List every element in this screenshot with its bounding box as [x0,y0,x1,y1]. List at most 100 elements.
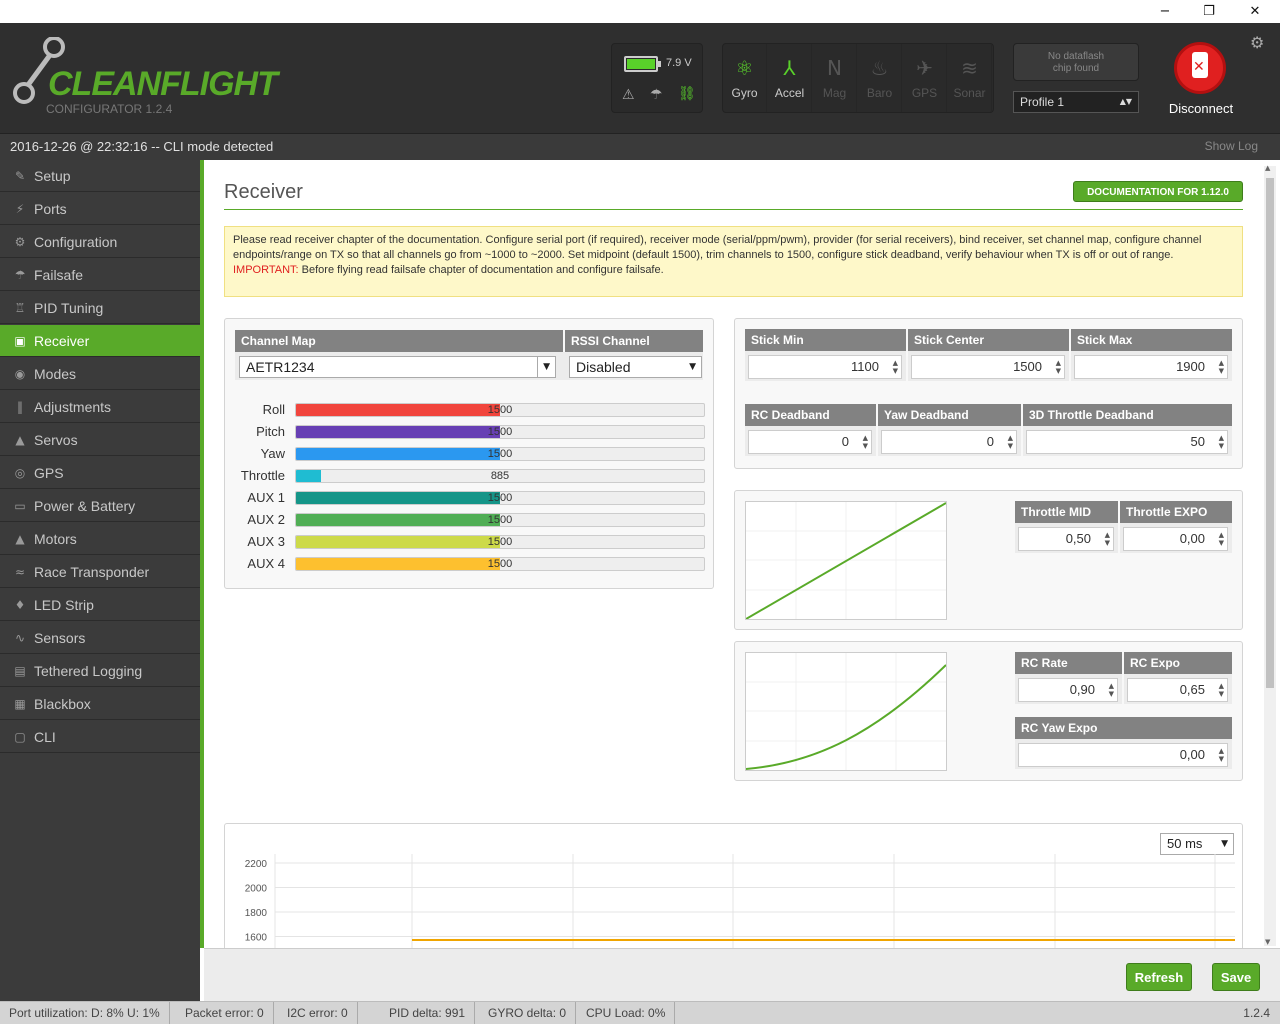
sensor-baro: ♨ Baro [858,44,902,112]
profile-select[interactable]: Profile 1 ▲▼ [1013,91,1139,113]
spinner-arrows-icon[interactable]: ▲ ▼ [893,359,898,375]
deadband-input-1[interactable]: 0 ▲ ▼ [881,430,1017,454]
graph-interval-select[interactable]: 50 ms ▼ [1160,833,1234,855]
spinner-arrows-icon[interactable]: ▲ ▼ [1219,434,1224,450]
close-button[interactable]: ✕ [1232,0,1278,23]
deadband-input-2[interactable]: 50 ▲ ▼ [1026,430,1228,454]
save-button[interactable]: Save [1212,963,1260,991]
profile-value: Profile 1 [1020,95,1065,109]
log-status-line: 2016-12-26 @ 22:32:16 -- CLI mode detect… [0,133,1280,160]
sidebar-item-servos[interactable]: ▲ Servos [0,424,200,456]
minimize-button[interactable]: − [1142,0,1188,23]
channel-value: 1500 [487,536,513,548]
sidebar-item-label: Power & Battery [34,497,136,514]
dataflash-status: No dataflash chip found [1013,43,1139,81]
channel-value: 1500 [487,492,513,504]
throttle-curve-graph [745,501,947,620]
throttle-input-1[interactable]: 0,00 ▲ ▼ [1123,527,1228,551]
stick-input-0[interactable]: 1100 ▲ ▼ [748,355,902,379]
sensors-icon: ∿ [14,630,26,645]
rates-input-0[interactable]: 0,90 ▲ ▼ [1018,678,1118,702]
chevron-down-icon: ▼ [1221,839,1228,849]
sidebar-item-receiver[interactable]: ▣ Receiver [0,325,200,357]
spinner-arrows-icon[interactable]: ▲ ▼ [1105,531,1110,547]
sidebar-item-motors[interactable]: ▲ Motors [0,523,200,555]
spinner-arrows-icon[interactable]: ▲ ▼ [863,434,868,450]
spinner-arrows-icon[interactable]: ▲ ▼ [1219,682,1224,698]
channel-map-input[interactable]: AETR1234 ▼ [239,356,556,378]
show-log-link[interactable]: Show Log [1205,139,1258,153]
modes-icon: ◉ [14,366,26,381]
sidebar-item-modes[interactable]: ◉ Modes [0,358,200,390]
sidebar-item-cli[interactable]: ▢ CLI [0,721,200,753]
sidebar-item-configuration[interactable]: ⚙ Configuration [0,226,200,258]
important-text: Before flying read failsafe chapter of d… [298,264,664,276]
rx-graph: 2200 2000 1800 1600 [245,854,1235,948]
rc-yaw-expo-input[interactable]: 0,00 ▲ ▼ [1018,743,1228,767]
sidebar-item-setup[interactable]: ✎ Setup [0,160,200,192]
channel-bar: 1500 [295,425,705,439]
stick-value: 1500 [1013,359,1042,374]
gear-icon: ⚙ [14,234,26,249]
stick-input-1[interactable]: 1500 ▲ ▼ [911,355,1065,379]
deadband-input-0[interactable]: 0 ▲ ▼ [748,430,872,454]
spinner-arrows-icon[interactable]: ▲ ▼ [1109,682,1114,698]
sidebar-item-led-strip[interactable]: ♦ LED Strip [0,589,200,621]
adjust-icon: ‖ [17,399,23,414]
notice-box: Please read receiver chapter of the docu… [224,226,1243,297]
led-icon: ♦ [14,597,26,612]
sidebar-item-failsafe[interactable]: ☂ Failsafe [0,259,200,291]
spinner-arrows-icon[interactable]: ▲ ▼ [1219,359,1224,375]
sidebar-item-adjustments[interactable]: ‖ Adjustments [0,391,200,423]
channel-value: 1500 [487,404,513,416]
rates-input-1[interactable]: 0,65 ▲ ▼ [1127,678,1228,702]
rssi-channel-select[interactable]: Disabled ▼ [569,356,702,378]
sidebar-item-label: Modes [34,365,77,382]
rates-header-0: RC Rate [1015,652,1122,674]
sensor-label: Accel [774,86,805,100]
updown-icon: ▲▼ [1119,97,1132,106]
throttle-input-0[interactable]: 0,50 ▲ ▼ [1018,527,1114,551]
scroll-up-icon[interactable]: ▲ [1265,164,1270,172]
sidebar-item-sensors[interactable]: ∿ Sensors [0,622,200,654]
sidebar-item-power-battery[interactable]: ▭ Power & Battery [0,490,200,522]
sidebar-item-label: Configuration [34,233,118,250]
throttle-value: 0,00 [1179,531,1205,546]
sidebar-item-blackbox[interactable]: ▦ Blackbox [0,688,200,720]
chevron-down-icon: ▼ [689,362,696,372]
documentation-button[interactable]: DOCUMENTATION FOR 1.12.0 [1073,181,1243,202]
graph-interval-value: 50 ms [1167,836,1203,851]
wrench-icon: ✎ [14,168,26,183]
refresh-button[interactable]: Refresh [1126,963,1192,991]
sidebar-item-label: Tethered Logging [34,662,143,679]
gps-icon: ◎ [14,465,26,480]
y-tick-label: 2000 [245,884,268,895]
spinner-arrows-icon[interactable]: ▲ ▼ [1219,747,1224,763]
sensor-accel: ⅄ Accel [768,44,812,112]
sidebar-item-ports[interactable]: ⚡ Ports [0,193,200,225]
maximize-button[interactable]: ❐ [1186,0,1232,23]
sidebar-item-label: Blackbox [34,695,91,712]
disconnect-button[interactable]: ✕ [1174,42,1226,94]
gyro-icon: ⚛ [735,56,754,80]
spinner-arrows-icon[interactable]: ▲ ▼ [1056,359,1061,375]
spinner-arrows-icon[interactable]: ▲ ▼ [1008,434,1013,450]
channel-bar: 1500 [295,557,705,571]
sidebar-item-gps[interactable]: ◎ GPS [0,457,200,489]
sensor-label: Sonar [953,86,986,100]
sidebar-item-pid-tuning[interactable]: ♖ PID Tuning [0,292,200,324]
channel-bar: 1500 [295,403,705,417]
scrollbar-thumb[interactable] [1266,178,1274,688]
baro-icon: ♨ [870,56,889,80]
settings-gear-icon[interactable]: ⚙ [1250,33,1264,52]
sidebar-item-tethered-logging[interactable]: ▤ Tethered Logging [0,655,200,687]
scrollbar[interactable]: ▲ ▼ [1264,164,1276,946]
scroll-down-icon[interactable]: ▼ [1265,938,1270,946]
sidebar-item-race-transponder[interactable]: ≈ Race Transponder [0,556,200,588]
spinner-arrows-icon[interactable]: ▲ ▼ [1219,531,1224,547]
chevron-down-icon: ▼ [537,357,550,377]
channel-map-value: AETR1234 [246,359,315,375]
sidebar-item-label: Sensors [34,629,86,646]
stick-input-2[interactable]: 1900 ▲ ▼ [1074,355,1228,379]
servo-icon: ▲ [15,432,25,447]
